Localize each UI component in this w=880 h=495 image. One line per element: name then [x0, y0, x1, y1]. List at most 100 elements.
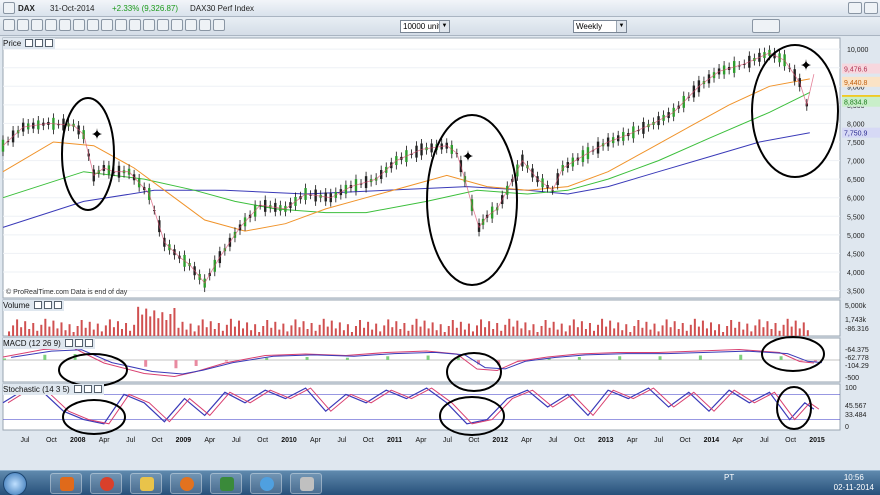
volume-bar [637, 320, 640, 336]
period-select[interactable]: Weekly ▼ [573, 20, 627, 33]
volume-bar [363, 327, 366, 336]
volume-bar [693, 318, 696, 336]
minimize-icon[interactable] [848, 2, 862, 14]
language-indicator[interactable]: PT [724, 473, 734, 482]
trendline-icon[interactable] [59, 19, 71, 31]
wrench-icon[interactable] [65, 339, 74, 347]
volume-bar [76, 326, 79, 336]
wrench-icon[interactable] [33, 301, 42, 309]
system-clock[interactable]: 10:56 02-11-2014 [834, 473, 874, 493]
volume-bar [48, 326, 51, 336]
price-label-top-a: 9,476.6 [844, 67, 867, 74]
volume-bar [528, 330, 531, 336]
volume-bar [129, 330, 132, 336]
wrench-icon[interactable] [73, 385, 82, 393]
volume-axis-label: -86.316 [845, 326, 869, 333]
x-axis-label: 2014 [704, 437, 720, 444]
volume-bar [633, 326, 636, 336]
volume-bar [209, 321, 212, 336]
wrench-icon[interactable] [25, 39, 34, 47]
ruler-icon[interactable] [171, 19, 183, 31]
zoom-in-icon[interactable] [3, 19, 15, 31]
price-label-green: 8,834.8 [844, 100, 867, 107]
volume-bar [766, 321, 769, 336]
volume-bar [609, 320, 612, 336]
macd-histogram-bar [779, 356, 783, 360]
maximize-icon[interactable] [83, 385, 92, 393]
volume-bar [677, 329, 680, 336]
volume-bar [120, 329, 123, 336]
close-panel-icon[interactable] [85, 339, 94, 347]
volume-bar [758, 319, 761, 336]
volume-axis-label: 5,000k [845, 303, 867, 310]
macd-axis-label: -64.375 [845, 347, 869, 354]
volume-bar [730, 320, 733, 336]
close-panel-icon[interactable] [45, 39, 54, 47]
volume-bar [738, 321, 741, 336]
volume-bar [104, 325, 107, 336]
taskbar-app-chrome[interactable] [90, 473, 122, 494]
volume-bar [512, 326, 515, 336]
taskbar-app-utility[interactable] [290, 473, 322, 494]
close-panel-icon[interactable] [93, 385, 102, 393]
volume-bar [185, 329, 188, 336]
x-axis-label: Jul [654, 437, 663, 444]
close-panel-icon[interactable] [53, 301, 62, 309]
volume-bar [697, 326, 700, 336]
indicator-icon[interactable] [752, 19, 780, 33]
chart-icon[interactable] [3, 2, 15, 14]
volume-bar [742, 329, 745, 336]
volume-bar [246, 322, 249, 336]
volume-bar [649, 329, 652, 336]
stochastic-panel-title: Stochastic (14 3 5) [3, 384, 104, 395]
chart-area: 10,0009,5009,0008,5008,0007,5007,0006,50… [1, 37, 880, 444]
volume-bar [431, 322, 434, 336]
maximize-icon[interactable] [43, 301, 52, 309]
taskbar-app-browser[interactable] [250, 473, 282, 494]
cursor-icon[interactable] [45, 19, 57, 31]
text-icon[interactable] [101, 19, 113, 31]
magnet-icon[interactable] [185, 19, 197, 31]
maximize-icon[interactable] [35, 39, 44, 47]
macd-histogram-bar [698, 355, 702, 360]
channel-icon[interactable] [87, 19, 99, 31]
x-axis-label: 2010 [281, 437, 297, 444]
volume-bar [383, 325, 386, 336]
macd-histogram-bar [3, 358, 6, 360]
volume-bar [354, 326, 357, 336]
maximize-icon[interactable] [75, 339, 84, 347]
zoom-out-icon[interactable] [17, 19, 29, 31]
arrow-icon[interactable] [115, 19, 127, 31]
x-axis-label: Oct [785, 437, 796, 444]
volume-bar [157, 318, 160, 336]
volume-bar [411, 324, 414, 336]
gann-icon[interactable] [157, 19, 169, 31]
volume-bar [459, 321, 462, 336]
volume-bar [262, 326, 265, 336]
volume-bar [298, 327, 301, 336]
ellipse-icon[interactable] [143, 19, 155, 31]
taskbar-app-media[interactable] [50, 473, 82, 494]
volume-bar [294, 319, 297, 336]
search-icon[interactable] [31, 19, 43, 31]
close-icon[interactable] [864, 2, 878, 14]
volume-bar [52, 320, 55, 336]
volume-bar [133, 324, 136, 336]
price-axis-label: 5,000 [847, 233, 865, 240]
volume-bar [326, 326, 329, 336]
units-select[interactable]: 10000 units ▼ [400, 20, 450, 33]
taskbar-app-explorer[interactable] [130, 473, 162, 494]
symbol-label[interactable]: DAX [18, 2, 35, 15]
start-button[interactable] [3, 472, 27, 495]
fibonacci-icon[interactable] [73, 19, 85, 31]
chevron-down-icon: ▼ [439, 21, 449, 32]
volume-bar [278, 329, 281, 336]
macd-histogram-bar [224, 360, 228, 362]
rectangle-icon[interactable] [129, 19, 141, 31]
settings-icon[interactable] [199, 19, 211, 31]
delete-icon[interactable] [213, 19, 225, 31]
volume-bar [108, 319, 111, 336]
taskbar-app-firefox[interactable] [170, 473, 202, 494]
volume-bar [782, 324, 785, 336]
taskbar-app-prorealtime[interactable] [210, 473, 242, 494]
